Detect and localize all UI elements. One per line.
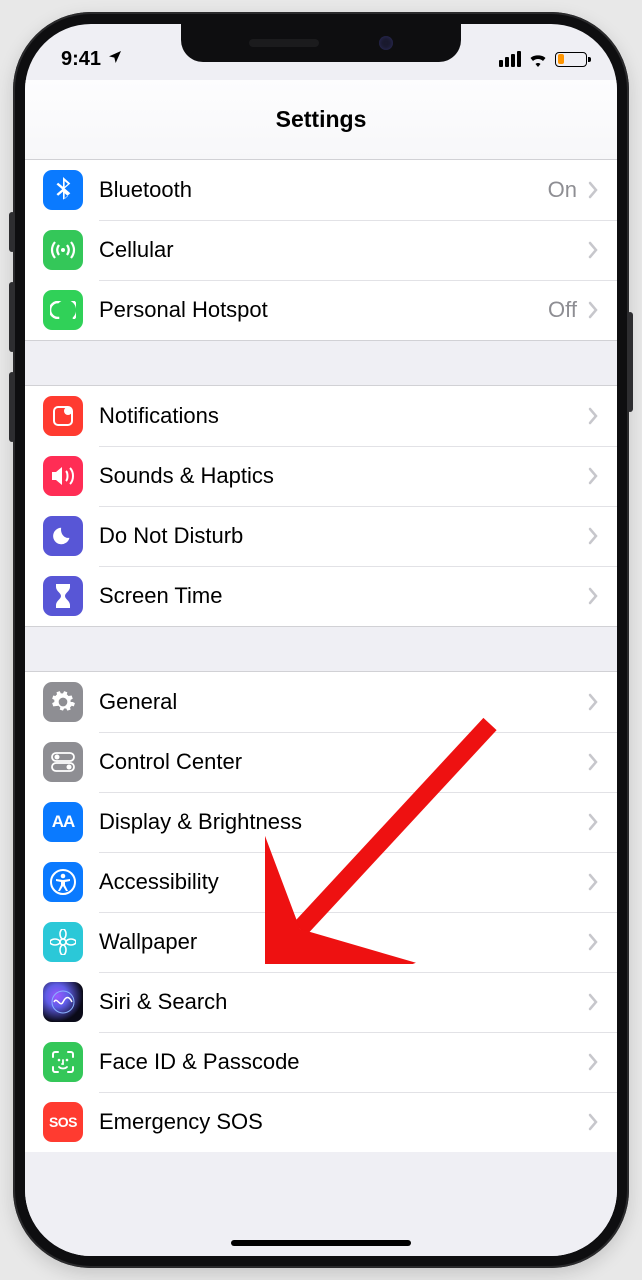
- phone-frame: 9:41 Settings BluetoothOn Cellular Persona…: [13, 12, 629, 1268]
- settings-row-control-center[interactable]: Control Center: [25, 732, 617, 792]
- chevron-right-icon: [587, 1113, 599, 1131]
- settings-row-sounds-haptics[interactable]: Sounds & Haptics: [25, 446, 617, 506]
- row-label: Accessibility: [99, 869, 587, 895]
- text-size-icon: AA: [43, 802, 83, 842]
- row-label: Display & Brightness: [99, 809, 587, 835]
- status-time: 9:41: [61, 48, 101, 71]
- settings-row-display[interactable]: AA Display & Brightness: [25, 792, 617, 852]
- chevron-right-icon: [587, 527, 599, 545]
- row-label: Screen Time: [99, 583, 587, 609]
- row-label: Emergency SOS: [99, 1109, 587, 1135]
- chevron-right-icon: [587, 407, 599, 425]
- flower-icon: [43, 922, 83, 962]
- hourglass-icon: [43, 576, 83, 616]
- settings-list[interactable]: BluetoothOn Cellular Personal HotspotOff No…: [25, 160, 617, 1256]
- chevron-right-icon: [587, 587, 599, 605]
- settings-row-screen-time[interactable]: Screen Time: [25, 566, 617, 626]
- row-label: Sounds & Haptics: [99, 463, 587, 489]
- settings-group: Notifications Sounds & Haptics Do Not Dist…: [25, 385, 617, 627]
- sounds-icon: [43, 456, 83, 496]
- chevron-right-icon: [587, 301, 599, 319]
- settings-row-accessibility[interactable]: Accessibility: [25, 852, 617, 912]
- chevron-right-icon: [587, 933, 599, 951]
- row-label: Face ID & Passcode: [99, 1049, 587, 1075]
- chevron-right-icon: [587, 181, 599, 199]
- settings-row-general[interactable]: General: [25, 672, 617, 732]
- battery-icon: [555, 52, 587, 67]
- chevron-right-icon: [587, 753, 599, 771]
- siri-icon: [43, 982, 83, 1022]
- gear-icon: [43, 682, 83, 722]
- row-label: Bluetooth: [99, 177, 548, 203]
- row-value: On: [548, 177, 577, 203]
- settings-row-emergency-sos[interactable]: SOS Emergency SOS: [25, 1092, 617, 1152]
- row-label: Wallpaper: [99, 929, 587, 955]
- settings-group: BluetoothOn Cellular Personal HotspotOff: [25, 160, 617, 341]
- row-value: Off: [548, 297, 577, 323]
- switches-icon: [43, 742, 83, 782]
- chevron-right-icon: [587, 813, 599, 831]
- row-label: Do Not Disturb: [99, 523, 587, 549]
- screen: 9:41 Settings BluetoothOn Cellular Persona…: [25, 24, 617, 1256]
- notifications-icon: [43, 396, 83, 436]
- row-label: Siri & Search: [99, 989, 587, 1015]
- chevron-right-icon: [587, 993, 599, 1011]
- settings-row-cellular[interactable]: Cellular: [25, 220, 617, 280]
- navbar: Settings: [25, 80, 617, 160]
- signal-icon: [499, 51, 521, 67]
- accessibility-icon: [43, 862, 83, 902]
- moon-icon: [43, 516, 83, 556]
- settings-row-personal-hotspot[interactable]: Personal HotspotOff: [25, 280, 617, 340]
- chevron-right-icon: [587, 1053, 599, 1071]
- bluetooth-icon: [43, 170, 83, 210]
- settings-row-notifications[interactable]: Notifications: [25, 386, 617, 446]
- settings-row-do-not-disturb[interactable]: Do Not Disturb: [25, 506, 617, 566]
- page-title: Settings: [276, 106, 367, 133]
- settings-row-siri-search[interactable]: Siri & Search: [25, 972, 617, 1032]
- wifi-icon: [528, 52, 548, 67]
- notch: [181, 24, 461, 62]
- settings-row-faceid-passcode[interactable]: Face ID & Passcode: [25, 1032, 617, 1092]
- row-label: Personal Hotspot: [99, 297, 548, 323]
- settings-group: General Control Center AA Display & Brightn…: [25, 671, 617, 1152]
- cellular-icon: [43, 230, 83, 270]
- chevron-right-icon: [587, 467, 599, 485]
- location-icon: [107, 48, 123, 71]
- row-label: Control Center: [99, 749, 587, 775]
- settings-row-bluetooth[interactable]: BluetoothOn: [25, 160, 617, 220]
- hotspot-icon: [43, 290, 83, 330]
- chevron-right-icon: [587, 873, 599, 891]
- row-label: Notifications: [99, 403, 587, 429]
- row-label: General: [99, 689, 587, 715]
- chevron-right-icon: [587, 693, 599, 711]
- faceid-icon: [43, 1042, 83, 1082]
- row-label: Cellular: [99, 237, 587, 263]
- chevron-right-icon: [587, 241, 599, 259]
- home-indicator[interactable]: [231, 1240, 411, 1246]
- settings-row-wallpaper[interactable]: Wallpaper: [25, 912, 617, 972]
- sos-icon: SOS: [43, 1102, 83, 1142]
